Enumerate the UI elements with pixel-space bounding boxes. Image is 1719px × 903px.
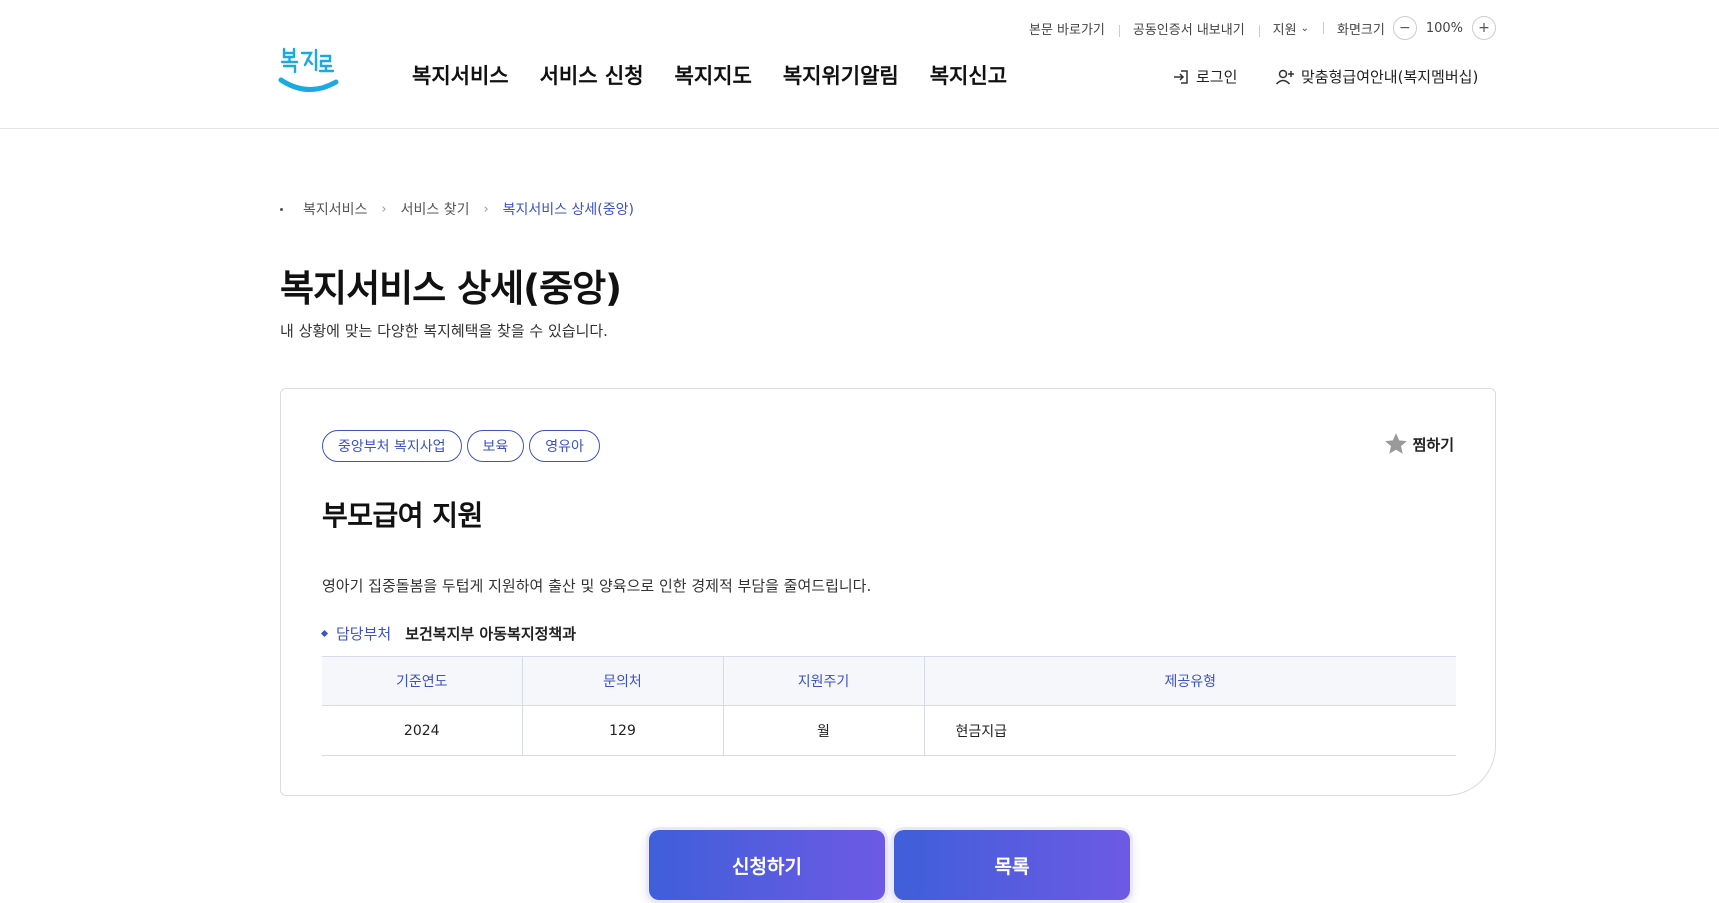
- header-divider: [0, 128, 1719, 129]
- nav-service-apply[interactable]: 서비스 신청: [540, 60, 644, 90]
- zoom-out-button[interactable]: −: [1392, 16, 1417, 40]
- skip-to-content-link[interactable]: 본문 바로가기: [1015, 19, 1119, 38]
- nav-welfare-report[interactable]: 복지신고: [930, 60, 1007, 90]
- department-label: 담당부처: [336, 625, 392, 643]
- tag-chip[interactable]: 영유아: [529, 430, 600, 462]
- zoom-value: 100%: [1425, 20, 1463, 36]
- bookmark-button[interactable]: 찜하기: [1383, 431, 1454, 457]
- table-header-row: 기준연도 문의처 지원주기 제공유형: [322, 656, 1456, 706]
- zoom-control: 화면크기 − 100% +: [1322, 16, 1496, 40]
- breadcrumb: 복지서비스 › 서비스 찾기 › 복지서비스 상세(중앙): [280, 199, 634, 219]
- login-icon: [1174, 69, 1188, 84]
- tag-chip[interactable]: 중앙부처 복지사업: [322, 430, 462, 462]
- utility-bar: 본문 바로가기 공동인증서 내보내기 지원 ⌄ 화면크기 − 100% +: [1015, 16, 1496, 40]
- service-title: 부모급여 지원: [322, 499, 483, 532]
- chevron-right-icon: ›: [381, 201, 387, 217]
- breadcrumb-item[interactable]: 서비스 찾기: [401, 199, 470, 219]
- list-button[interactable]: 목록: [894, 830, 1130, 900]
- zoom-in-button[interactable]: +: [1472, 16, 1496, 40]
- site-logo[interactable]: [278, 44, 342, 102]
- login-link[interactable]: 로그인: [1172, 66, 1237, 87]
- user-add-icon: [1275, 69, 1294, 85]
- service-summary: 영아기 집중돌봄을 두텁게 지원하여 출산 및 양육으로 인한 경제적 부담을 …: [322, 577, 872, 595]
- page-description: 내 상황에 맞는 다양한 복지혜택을 찾을 수 있습니다.: [280, 322, 608, 340]
- column-header: 문의처: [521, 656, 723, 706]
- chevron-down-icon: ⌄: [1300, 22, 1309, 34]
- department-value: 보건복지부 아동복지정책과: [405, 625, 577, 643]
- main-nav: 복지서비스 서비스 신청 복지지도 복지위기알림 복지신고: [412, 60, 1007, 90]
- table-cell: 현금지급: [923, 705, 1456, 756]
- nav-crisis-alert[interactable]: 복지위기알림: [783, 60, 899, 90]
- nav-welfare-service[interactable]: 복지서비스: [412, 60, 509, 90]
- apply-button[interactable]: 신청하기: [649, 830, 885, 900]
- table-cell: 월: [722, 705, 924, 756]
- star-icon: [1384, 433, 1407, 454]
- column-header: 제공유형: [923, 656, 1456, 706]
- table-row: 2024 129 월 현금지급: [322, 705, 1456, 756]
- service-info-table: 기준연도 문의처 지원주기 제공유형 2024 129 월 현금지급: [322, 656, 1456, 756]
- column-header: 지원주기: [722, 656, 924, 706]
- tag-list: 중앙부처 복지사업 보육 영유아: [322, 430, 600, 462]
- nav-welfare-map[interactable]: 복지지도: [675, 60, 752, 90]
- department-info: 담당부처 보건복지부 아동복지정책과: [320, 623, 577, 644]
- tag-chip[interactable]: 보육: [466, 430, 525, 462]
- chevron-right-icon: ›: [483, 201, 489, 217]
- page-title: 복지서비스 상세(중앙): [280, 267, 622, 310]
- home-dot-icon: [280, 207, 283, 211]
- cert-export-link[interactable]: 공동인증서 내보내기: [1118, 19, 1259, 38]
- zoom-label: 화면크기: [1336, 22, 1385, 38]
- diamond-bullet-icon: [320, 629, 329, 638]
- breadcrumb-item[interactable]: 복지서비스: [303, 199, 367, 219]
- member-guide-link[interactable]: 맞춤형급여안내(복지멤버십): [1275, 66, 1478, 87]
- table-cell: 129: [521, 705, 723, 756]
- breadcrumb-current: 복지서비스 상세(중앙): [502, 202, 634, 218]
- column-header: 기준연도: [322, 656, 522, 706]
- support-dropdown[interactable]: 지원 ⌄: [1258, 19, 1323, 38]
- service-detail-card: 중앙부처 복지사업 보육 영유아 찜하기 부모급여 지원 영아기 집중돌봄을 두…: [280, 388, 1496, 796]
- logo-mark: [278, 47, 339, 92]
- table-cell: 2024: [322, 705, 522, 756]
